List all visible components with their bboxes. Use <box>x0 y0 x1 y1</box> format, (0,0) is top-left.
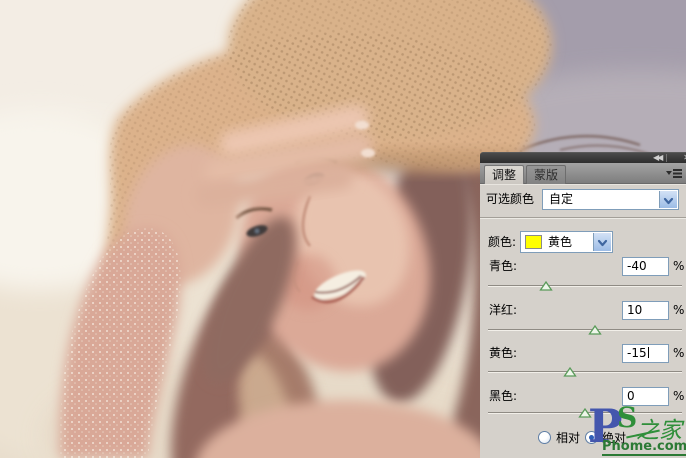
selective-color-panel-body: 可选颜色 自定 颜色: 黄色 青色: -40 % 洋红: 10 % 黄色: -1… <box>480 184 686 458</box>
dock-icons: ◀◀|✕ <box>653 153 686 163</box>
yellow-label: 黄色: <box>489 346 518 360</box>
cyan-unit: % <box>673 259 685 273</box>
cyan-slider-track[interactable] <box>488 281 682 291</box>
black-slider-track[interactable] <box>488 408 682 418</box>
black-slider-thumb[interactable] <box>578 408 592 418</box>
color-select-button[interactable] <box>593 233 611 251</box>
preset-select-button[interactable] <box>659 191 677 208</box>
panel-tab-strip: 调整 蒙版 <box>480 163 686 184</box>
absolute-radio[interactable] <box>585 431 598 444</box>
magenta-slider-thumb[interactable] <box>588 325 602 335</box>
black-unit: % <box>673 389 685 403</box>
cyan-label: 青色: <box>489 259 518 273</box>
cyan-value: -40 <box>627 259 647 273</box>
magenta-value-input[interactable]: 10 <box>622 301 669 320</box>
collapse-to-icons-icon[interactable]: ◀◀ <box>653 153 663 162</box>
yellow-slider-track[interactable] <box>488 367 682 377</box>
magenta-label: 洋红: <box>489 303 518 317</box>
magenta-slider-track[interactable] <box>488 325 682 335</box>
yellow-unit: % <box>673 346 685 360</box>
panel-menu-icon[interactable] <box>666 168 682 179</box>
color-label: 颜色: <box>488 235 517 249</box>
relative-radio[interactable] <box>538 431 551 444</box>
yellow-value: -15 <box>627 346 647 360</box>
yellow-slider-thumb[interactable] <box>563 367 577 377</box>
selective-color-title: 可选颜色 <box>486 192 535 206</box>
color-swatch <box>525 235 542 249</box>
relative-radio-label: 相对 <box>556 431 581 445</box>
screenshot-stage: ◀◀|✕ 调整 蒙版 可选颜色 自定 <box>0 0 686 458</box>
yellow-value-input[interactable]: -15 <box>622 344 669 363</box>
black-value: 0 <box>627 389 635 403</box>
preset-select-value: 自定 <box>549 192 574 206</box>
cyan-slider-thumb[interactable] <box>539 281 553 291</box>
panel-dock-bar: ◀◀|✕ <box>480 152 686 163</box>
color-select[interactable]: 黄色 <box>520 231 613 253</box>
adjustments-panel: ◀◀|✕ 调整 蒙版 可选颜色 自定 <box>480 152 686 458</box>
color-select-value: 黄色 <box>548 235 573 249</box>
separator <box>480 217 686 219</box>
text-cursor <box>647 347 649 358</box>
magenta-value: 10 <box>627 303 643 317</box>
cyan-value-input[interactable]: -40 <box>622 257 669 276</box>
black-value-input[interactable]: 0 <box>622 387 669 406</box>
black-label: 黑色: <box>489 389 518 403</box>
tab-masks[interactable]: 蒙版 <box>526 165 566 184</box>
preset-select[interactable]: 自定 <box>542 189 679 210</box>
chevron-down-icon <box>597 239 608 247</box>
tab-adjustments[interactable]: 调整 <box>484 165 524 184</box>
chevron-down-icon <box>663 197 674 205</box>
magenta-unit: % <box>673 303 685 317</box>
dock-divider: | <box>665 153 668 162</box>
absolute-radio-label: 绝对 <box>602 431 627 445</box>
